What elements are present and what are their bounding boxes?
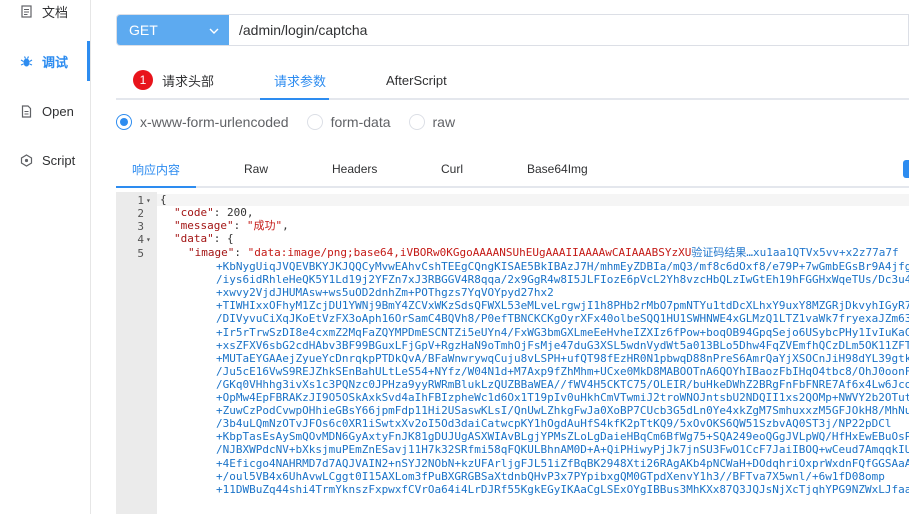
code-line: { <box>160 193 167 206</box>
bug-icon <box>19 54 33 68</box>
tab-response-content[interactable]: 响应内容 <box>132 152 180 186</box>
code-wrapped-line: +KbNygUiqJVQEVBKYJKJQQCyMvwEAhvCshTEEgCQ… <box>216 260 909 273</box>
radio-dot[interactable] <box>306 114 323 130</box>
radio-formdata[interactable]: form-data <box>306 114 391 130</box>
method-select[interactable]: GET <box>117 15 229 45</box>
radio-raw[interactable]: raw <box>408 114 456 130</box>
fold-arrow-icon[interactable]: ▾ <box>146 235 151 244</box>
sidebar-item-label: Open <box>42 103 74 119</box>
body-type-group: x-www-form-urlencoded form-data raw <box>116 110 473 134</box>
response-tabs: 响应内容 Raw Headers Curl Base64Img <box>116 152 909 188</box>
sidebar-item-label: 调试 <box>42 54 69 70</box>
file-icon <box>19 104 33 118</box>
response-editor[interactable]: 1 ▾ 2 3 4 ▾ 5 { "code": 200, "message": … <box>116 192 909 514</box>
code-wrapped-line: +xsZFXV6sbG2cdHAbv3BF99BGuxLFjGpV+RgzHaN… <box>216 338 909 352</box>
tab-response-headers[interactable]: Headers <box>332 152 377 186</box>
code-wrapped-line: /NJBXWPdcNV+bXksjmuPEmZnESavj11H7k32SRfm… <box>216 443 909 457</box>
code-wrapped-line: +MUTaEYGAAejZyueYcDnrqkpPTDkQvA/BFaWnwry… <box>216 351 909 365</box>
sidebar-item-label: Script <box>42 152 76 168</box>
code-wrapped-line: +OpMw4EpFBRAKzJI9O5OSkAxkSvd4aIhFBIzpheW… <box>216 391 909 404</box>
code-wrapped-line: +xwvy2VjdJHUMAsw+ws5uOD2dnhZm+POThgzs7Yq… <box>216 286 554 300</box>
code-line: "code": 200, <box>174 206 254 219</box>
radio-urlencoded[interactable]: x-www-form-urlencoded <box>116 114 289 130</box>
tab-label: Headers <box>332 162 378 176</box>
request-tabs: 1 请求头部 请求参数 AfterScript <box>116 60 909 100</box>
code-wrapped-line: +Ir5rTrwSzDI8e4cxmZ2MqFaZQYMPDmESCNTZi5e… <box>216 325 909 339</box>
method-value: GET <box>129 22 158 38</box>
code-wrapped-line: +/oul5VB4x6UhAvwLCggt0I15AXLom3fPuBXGRGB… <box>216 469 885 483</box>
code-line: "data": { <box>174 232 234 245</box>
sidebar-item-script[interactable]: Script <box>0 140 90 180</box>
code-wrapped-line: +KbpTasEsAySmQOvMDN6GyAxtyFnJK81gDUJUgAS… <box>216 430 909 444</box>
fullscreen-button[interactable] <box>903 160 909 178</box>
line-number: 3 <box>137 220 144 233</box>
code-line: "message": "成功", <box>174 219 289 232</box>
sidebar-item-open[interactable]: Open <box>0 91 90 131</box>
tab-label: 请求参数 <box>274 73 327 89</box>
line-number: 4 <box>137 233 144 246</box>
active-tab-indicator <box>116 186 196 188</box>
line-gutter: 1 ▾ 2 3 4 ▾ 5 <box>116 192 157 514</box>
code-wrapped-line: +ZuwCzPodCvwpOHhieGBsY66jpmFdp11Hi2USasw… <box>216 404 909 418</box>
tab-raw[interactable]: Raw <box>244 152 268 186</box>
fold-arrow-icon[interactable]: ▾ <box>146 196 151 205</box>
code-wrapped-line: /GKq0VHhhg3ivXs1c3PQNzc0JPHza9yyRWRmBluk… <box>216 377 909 391</box>
sidebar-item-label: 文档 <box>42 4 69 20</box>
radio-dot[interactable] <box>116 114 132 130</box>
radio-label: x-www-form-urlencoded <box>140 114 289 130</box>
document-icon <box>19 4 33 18</box>
code-content: { "code": 200, "message": "成功", "data": … <box>160 192 909 514</box>
radio-dot[interactable] <box>408 114 425 130</box>
tab-params[interactable]: 请求参数 <box>274 60 326 100</box>
code-wrapped-line: +4Eficgo4NAHRMD7d7AQJVAIN2+nSYJ2NObN+kzU… <box>216 456 909 470</box>
tab-label: Base64Img <box>527 162 588 176</box>
chevron-down-icon <box>209 23 219 34</box>
tab-label: 请求头部 <box>162 73 215 89</box>
tab-label: Raw <box>244 162 269 176</box>
tab-base64img[interactable]: Base64Img <box>527 152 588 186</box>
radio-label: form-data <box>330 114 391 130</box>
sidebar-item-debug[interactable]: 调试 <box>0 41 90 81</box>
line-number: 1 <box>137 194 144 207</box>
url-input[interactable] <box>229 15 908 45</box>
code-wrapped-line: +TIWHIxxOFhyM1ZcjDU1YWNj9BmY4ZCVxWKzSdsQ… <box>216 299 909 313</box>
tab-curl[interactable]: Curl <box>441 152 463 186</box>
code-wrapped-line: /iys6idRhleHeQK5Y1Ld19j2YFZn7xJ3RBGGV4R8… <box>216 273 909 287</box>
tab-afterscript[interactable]: AfterScript <box>386 60 447 100</box>
code-wrapped-line: /DIVyvuCiXqJKoEtVzFX3oAph16OrSamC4BQVh8/… <box>216 312 909 326</box>
request-url-bar: GET <box>116 14 909 46</box>
code-icon <box>19 153 33 167</box>
tab-label: Curl <box>441 162 464 176</box>
active-tab-indicator <box>260 98 329 100</box>
code-wrapped-line: /3b4uLQmNzOTvJFOs6c0XR1iSwtxXv2oI5Od3dai… <box>216 417 892 431</box>
headers-count-badge: 1 <box>133 70 153 90</box>
radio-label: raw <box>432 114 456 130</box>
tab-label: AfterScript <box>386 72 447 88</box>
code-line: "image": "data:image/png;base64,iVBORw0K… <box>188 246 899 259</box>
code-wrapped-line: +11DWBuZq44shi4TrmYknszFxpwxfCVrOa64i4Lr… <box>216 482 909 496</box>
sidebar: 文档 调试 Open Script <box>0 0 91 514</box>
line-number: 2 <box>137 207 144 220</box>
tab-label: 响应内容 <box>132 162 181 177</box>
tab-headers[interactable]: 1 请求头部 <box>133 60 214 100</box>
sidebar-item-docs[interactable]: 文档 <box>0 0 90 31</box>
code-wrapped-line: /Ju5cE16VwS9REJZhkSEnBahULtLeS54+NYfz/W0… <box>216 364 909 378</box>
line-number: 5 <box>137 247 144 260</box>
